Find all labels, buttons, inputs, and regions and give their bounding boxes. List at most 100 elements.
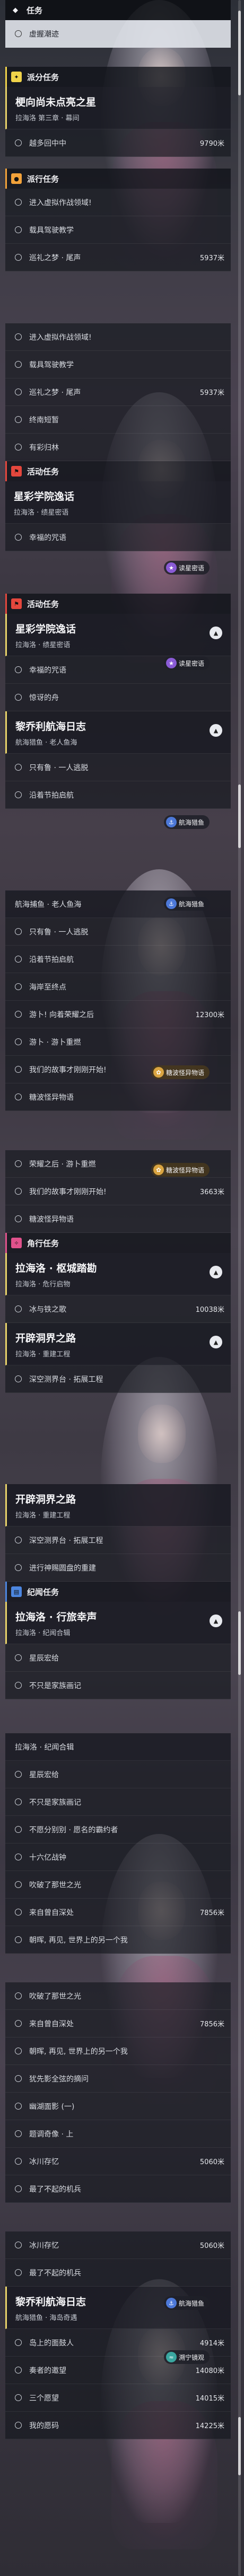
objective-row[interactable]: 游卜 · 游卜重燃 [5,1028,231,1056]
objective-row[interactable]: 终南短暂 [5,406,231,434]
objective-row[interactable]: 我的愿码 14225米 [5,2412,231,2439]
radio-icon [15,30,22,37]
location-chip[interactable]: ✿ 糖波怪异物语 [151,1163,210,1177]
objective-row[interactable]: 糖波怪异物语 [5,1205,231,1233]
objective-row[interactable]: 游卜! 向着荣耀之后 12300米 [5,1001,231,1028]
objective-row[interactable]: 最了不起的机兵 [5,2175,231,2203]
objective-row[interactable]: 只有鲁 · 一人逃脱 [5,754,231,781]
objective-row[interactable]: 朝晖, 再见, 世界上的另一个我 [5,1926,231,1954]
section-header-travel[interactable]: ● 派行任务 [5,169,231,189]
objective-row[interactable]: 幸福的咒语 [5,524,231,551]
quest-card[interactable]: 拉海洛 · 枢城踏勘 拉海洛 · 危行启物 ▲ [5,1253,231,1295]
location-chip[interactable]: ★ 读星密语 [163,656,210,670]
objective-row[interactable]: 不只是家族画记 [5,1788,231,1816]
location-chip[interactable]: ⚓ 航海猎鱼 [163,897,210,911]
radio-icon [15,333,22,340]
collapse-icon[interactable]: ▲ [210,627,222,639]
objective-row[interactable]: 深空测界台 · 拓展工程 [5,1527,231,1554]
objective-row[interactable]: 最了不起的机兵 [5,2259,231,2287]
objective-row[interactable]: 题调奇像 · 上 [5,2120,231,2148]
location-chip[interactable]: ⚓ 航海猎鱼 [163,2296,210,2310]
objective-row[interactable]: 冰川存忆 5060米 [5,2231,231,2259]
collapse-icon[interactable]: ▲ [210,1615,222,1627]
quest-card[interactable]: 开辟洞界之路 拉海洛 · 重建工程 ▲ [5,1323,231,1365]
scrollbar-thumb[interactable] [238,11,241,95]
collapse-icon[interactable]: ▲ [210,1336,222,1348]
objective-row[interactable]: 吹破了那世之光 [5,1982,231,2010]
radio-icon [15,1038,22,1045]
section-header-activity[interactable]: ⚑ 活动任务 [5,594,231,614]
objective-row[interactable]: 犹先影全弦的摘问 [5,2065,231,2093]
quest-card[interactable]: 星彩学院逸话 拉海洛 · 绩星密语 [5,481,231,524]
location-chip[interactable]: ⚓ 航海猎鱼 [163,815,210,829]
objective-row[interactable]: 朝晖, 再见, 世界上的另一个我 [5,2037,231,2065]
anchor-icon: ⚓ [165,898,177,909]
objective-row[interactable]: 三个愿望 14015米 [5,2384,231,2412]
objective-row[interactable]: 冰川存忆 5060米 [5,2148,231,2175]
quest-card[interactable]: 拉海洛 · 行旅幸声 拉海洛 · 纪闻合辑 ▲ [5,1602,231,1644]
radio-icon [15,1771,22,1778]
quest-subheader[interactable]: 拉海洛 · 纪闻合辑 [5,1733,231,1761]
objective-row[interactable]: 来自曾自深处 7856米 [5,1899,231,1926]
objective-row[interactable]: 我们的故事才刚刚开始! 3663米 [5,1178,231,1205]
objective-row[interactable]: 有彩归林 [5,434,231,461]
anchor-icon: ⚓ [165,817,177,827]
section-header-activity[interactable]: ⚑ 活动任务 [5,461,231,481]
quest-card[interactable]: 黎乔利航海日志 航海猎鱼 · 老人鱼海 ▲ [5,711,231,754]
objective-row[interactable]: 只有鲁 · 一人逃脱 [5,918,231,946]
collapse-icon[interactable]: ▲ [210,724,222,737]
objective-row[interactable]: 巡礼之梦 · 尾声 5937米 [5,244,231,271]
radio-icon [15,1188,22,1195]
section-header-ranking[interactable]: ✦ 派分任务 [5,67,231,87]
compass-icon: ✧ [11,1238,22,1248]
location-chip[interactable]: ★ 读星密语 [163,561,210,575]
section-header-side[interactable]: ✧ 角行任务 [5,1233,231,1253]
objective-row[interactable]: 不只是家族画记 [5,1672,231,1699]
objective-row[interactable]: 海岸至终点 [5,973,231,1001]
objective-row[interactable]: 进入虚拟作战领域! [5,323,231,351]
radio-icon [15,1215,22,1222]
objective-row[interactable]: 星辰宏给 [5,1644,231,1672]
scrollbar-thumb[interactable] [238,2417,241,2475]
objective-row[interactable]: 进行神赐圆盘的重建 [5,1554,231,1582]
scrollbar-thumb[interactable] [238,784,241,848]
objective-row[interactable]: 沿着节拍启航 [5,781,231,809]
tracked-quest-row[interactable]: 虚握潮迹 [5,20,231,48]
collapse-icon[interactable]: ▲ [210,1266,222,1278]
flag-icon: ⚑ [11,466,22,477]
radio-icon [15,254,22,261]
star-icon: ✦ [11,72,22,82]
objective-row[interactable]: 星辰宏给 [5,1761,231,1788]
radio-icon [15,1936,22,1943]
radio-icon [15,1881,22,1888]
scrollbar-thumb[interactable] [238,1611,241,1675]
section-header-legend[interactable]: ▤ 纪闻任务 [5,1582,231,1602]
objective-row[interactable]: 来自曾自深处 7856米 [5,2010,231,2037]
objective-row[interactable]: 惊讶的舟 [5,684,231,711]
objective-row[interactable]: 糖波怪异物语 [5,1083,231,1111]
radio-icon [15,389,22,395]
objective-row[interactable]: 不愿分别别 · 愿名的霸约者 [5,1816,231,1843]
location-chip[interactable]: ✿ 糖波怪异物语 [151,1065,210,1079]
objective-row[interactable]: 越多回中中 9790米 [5,129,231,157]
radio-icon [15,764,22,771]
quest-card[interactable]: 星彩学院逸话 拉海洛 · 绩星密语 ▲ [5,614,231,656]
radio-icon [15,226,22,233]
location-chip[interactable]: ≈ 溯宁镜观 [163,2350,210,2364]
objective-row[interactable]: 进入虚拟作战领域! [5,189,231,216]
objective-row[interactable]: 巡礼之梦 · 尾声 5937米 [5,378,231,406]
radio-icon [15,2339,22,2346]
objective-row[interactable]: 沿着节拍启航 [5,946,231,973]
objective-row[interactable]: 载具驾驶教学 [5,351,231,378]
objective-row[interactable]: 十六亿战钟 [5,1843,231,1871]
objective-row[interactable]: 幽湖面影 (一) [5,2093,231,2120]
quest-card[interactable]: 梗向尚未点亮之星 拉海洛 第三章 · 幕间 [5,87,231,129]
objective-row[interactable]: 载具驾驶教学 [5,216,231,244]
objective-row[interactable]: 吹破了那世之光 [5,1871,231,1899]
objective-row[interactable]: 冰与铁之歌 10038米 [5,1295,231,1323]
radio-icon [15,2048,22,2054]
quest-card[interactable]: 开辟洞界之路 拉海洛 · 重建工程 [5,1484,231,1527]
objective-row[interactable]: 深空测界台 · 拓展工程 [5,1365,231,1393]
quest-panel: 进入虚拟作战领域! 载具驾驶教学 巡礼之梦 · 尾声 5937米 终南短暂 有彩归… [5,323,231,575]
flag-icon: ⚑ [11,598,22,609]
